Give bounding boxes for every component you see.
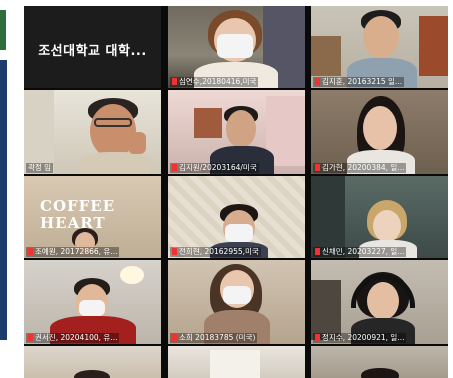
participant-name-label: 조예원, 20172866, 유... (26, 247, 120, 257)
video-tile-p1[interactable]: 심연수,20180416,미국 (168, 6, 305, 88)
participant-name-label: 곽정 임 (26, 163, 54, 173)
participant-name-label: 김지훈, 20163215 일... (313, 77, 405, 87)
participant-name-label: 김지원/20203164/미국 (170, 163, 259, 173)
participant-name-label: 심연수,20180416,미국 (170, 77, 259, 87)
video-tile-p10[interactable]: 소희 20183785 (미국) (168, 260, 305, 344)
video-tile-p5[interactable]: 김가현, 20200384, 일... (311, 90, 448, 174)
door-frame (311, 176, 345, 258)
participant-hair (361, 368, 399, 378)
glasses (94, 118, 132, 127)
muted-mic-icon (28, 248, 33, 255)
video-tile-p9[interactable]: 권서진, 20204100, 유... (24, 260, 161, 344)
muted-mic-icon (315, 78, 320, 85)
participant-face (363, 16, 399, 58)
ceiling-light (120, 266, 144, 284)
video-tile-row5-left[interactable] (24, 346, 161, 378)
participant-face (373, 210, 401, 242)
muted-mic-icon (172, 78, 177, 85)
face-mask (223, 286, 251, 304)
window (24, 90, 54, 174)
background-sign: COFFEE HEART (40, 197, 116, 232)
video-tile-p4[interactable]: 김지원/20203164/미국 (168, 90, 305, 174)
muted-mic-icon (172, 334, 177, 341)
face-mask (225, 224, 253, 242)
participant-name-label: 김가현, 20200384, 일... (313, 163, 407, 173)
muted-mic-icon (172, 164, 177, 171)
face-mask (217, 34, 253, 58)
participant-name-label: 신채민, 20203227, 일... (313, 247, 407, 257)
face-mask (79, 300, 105, 316)
video-gallery-grid: 조선대학교 대학... 심연수,20180416,미국 김지훈, 2016321… (24, 6, 448, 378)
edge-accent-blue (0, 60, 7, 340)
participant-name-label: 소희 20183785 (미국) (170, 333, 258, 343)
video-tile-row5-right[interactable] (311, 346, 448, 378)
shelf (194, 108, 222, 138)
edge-accent-green (0, 10, 6, 50)
participant-face (363, 106, 397, 150)
clothes-rack (311, 280, 341, 340)
participant-name-label: 전희현, 20162955,미국 (170, 247, 261, 257)
participant-name-label: 권서진, 20204100, 유... (26, 333, 120, 343)
video-tile-row5-middle[interactable] (168, 346, 305, 378)
muted-mic-icon (315, 334, 320, 341)
video-tile-p6[interactable]: COFFEE HEART 조예원, 20172866, 유... (24, 176, 161, 258)
participant-hand (128, 132, 146, 154)
participant-name-label: 정지수, 20200921, 일... (313, 333, 407, 343)
muted-mic-icon (172, 248, 177, 255)
participant-hair (74, 370, 110, 378)
video-tile-featured[interactable]: 조선대학교 대학... (24, 6, 161, 88)
video-tile-p7[interactable]: 전희현, 20162955,미국 (168, 176, 305, 258)
page-edge (0, 0, 9, 378)
video-tile-p3[interactable]: 곽정 임 (24, 90, 161, 174)
muted-mic-icon (315, 164, 320, 171)
video-tile-p11[interactable]: 정지수, 20200921, 일... (311, 260, 448, 344)
muted-mic-icon (315, 248, 320, 255)
participant-name-display: 조선대학교 대학... (38, 44, 147, 59)
door (419, 16, 448, 76)
wall-poster (210, 350, 260, 378)
participant-face (367, 282, 399, 320)
video-tile-p2[interactable]: 김지훈, 20163215 일... (311, 6, 448, 88)
video-tile-p8[interactable]: 신채민, 20203227, 일... (311, 176, 448, 258)
participant-face (226, 110, 256, 148)
shelf (311, 36, 341, 76)
participant-body (80, 152, 150, 174)
muted-mic-icon (28, 334, 33, 341)
